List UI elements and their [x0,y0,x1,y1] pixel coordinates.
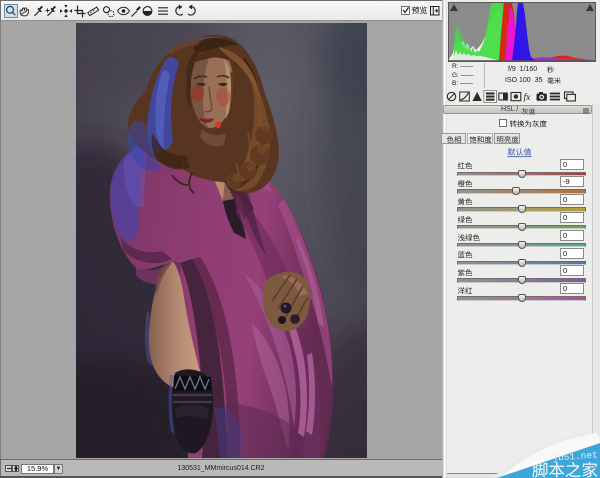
svg-text:fx: fx [524,92,532,103]
